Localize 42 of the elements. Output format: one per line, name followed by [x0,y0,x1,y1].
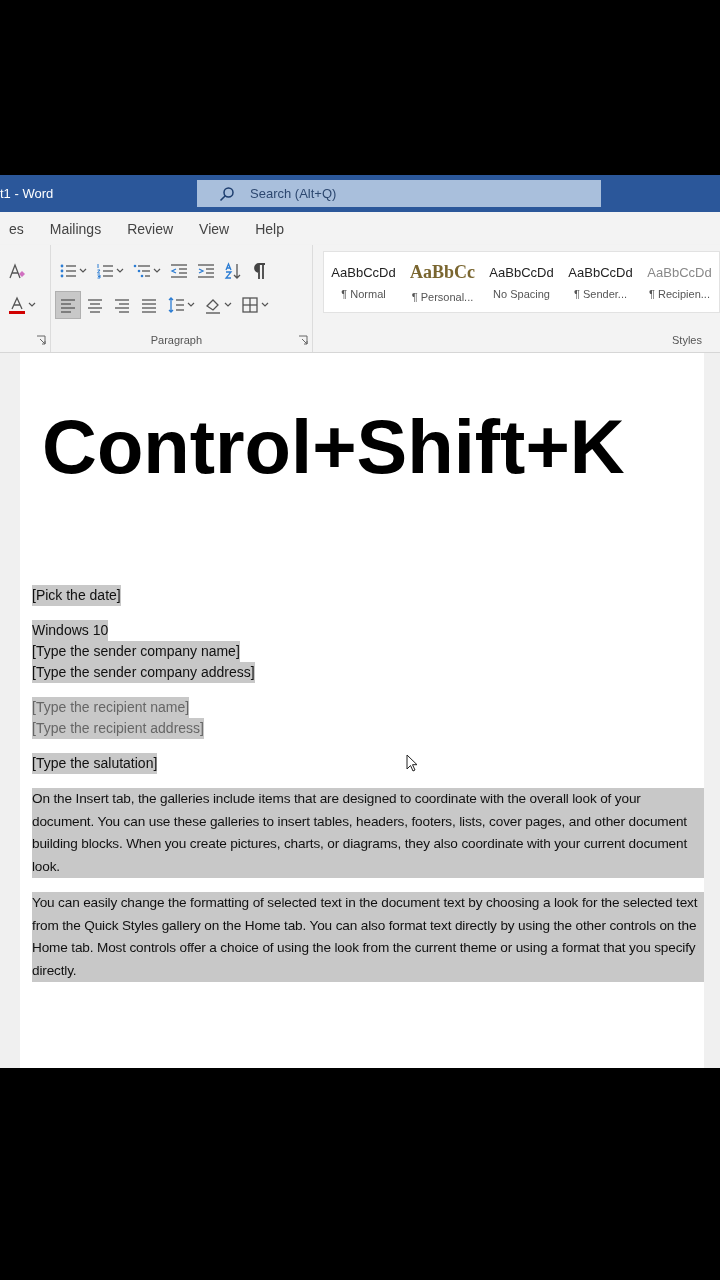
style-option[interactable]: AaBbCcDd ¶ Normal [324,264,403,300]
align-right-icon [112,296,131,314]
style-option[interactable]: AaBbCcDd No Spacing [482,264,561,300]
group-label: Styles [672,334,702,346]
align-left-icon [58,296,77,314]
caret-icon [152,268,161,274]
search-icon [219,186,235,202]
paragraph-text: You can easily change the formatting of selected text in the document text by choosing a look for the selected text from the Quick Styles gallery on the Home tab. You can also format text directly by using the other controls on the Home tab. Most controls offer a choice of using the look from the current theme or using a format that you specify directly. [32,892,704,982]
increase-indent-icon [196,262,215,280]
caret-icon [78,268,87,274]
align-center-icon [85,296,104,314]
sort-icon [223,262,242,280]
shortcut-caption: Control+Shift+K [42,403,625,490]
dialog-launcher-icon[interactable] [298,335,308,345]
caret-icon [223,302,232,308]
multilevel-list-icon [132,262,151,280]
caret-icon [186,302,195,308]
decrease-indent-icon [169,262,188,280]
ribbon-tab[interactable]: Review [114,213,187,244]
font-color-icon [8,296,26,314]
style-option[interactable]: AaBbCcDd ¶ Recipien... [640,264,719,300]
ribbon-tab[interactable]: Help [242,213,297,244]
window-title: t1 - Word [0,186,55,201]
ribbon-tab[interactable]: View [186,213,243,244]
ribbon-tab[interactable]: es [0,213,37,244]
list-bullets-icon [58,262,77,280]
justify-icon [139,296,158,314]
mouse-pointer-icon [406,754,418,772]
caret-icon [260,302,269,308]
group-label: Paragraph [150,334,203,346]
dialog-launcher-icon[interactable] [35,335,46,345]
style-option[interactable]: AaBbCc ¶ Personal... [403,261,482,303]
search-field[interactable]: Search (Alt+Q) [197,180,601,207]
caret-icon [115,268,124,274]
style-option[interactable]: AaBbCcDd ¶ Sender... [561,264,640,300]
line-spacing-icon [166,296,185,314]
clear-formatting-icon [8,262,26,280]
caret-icon [28,302,36,308]
ribbon-tab[interactable]: Mailings [36,213,115,244]
paragraph-text: On the Insert tab, the galleries include items that are designed to coordinate with the overall look of your document. You can use these galleries to insert tables, headers, footers, lists, cover pages, and other document building blocks. When you create pictures, charts, or diagrams, they also coordinate with your current document look. [32,788,704,878]
numbered-list-icon [95,262,114,280]
borders-icon [240,296,259,314]
